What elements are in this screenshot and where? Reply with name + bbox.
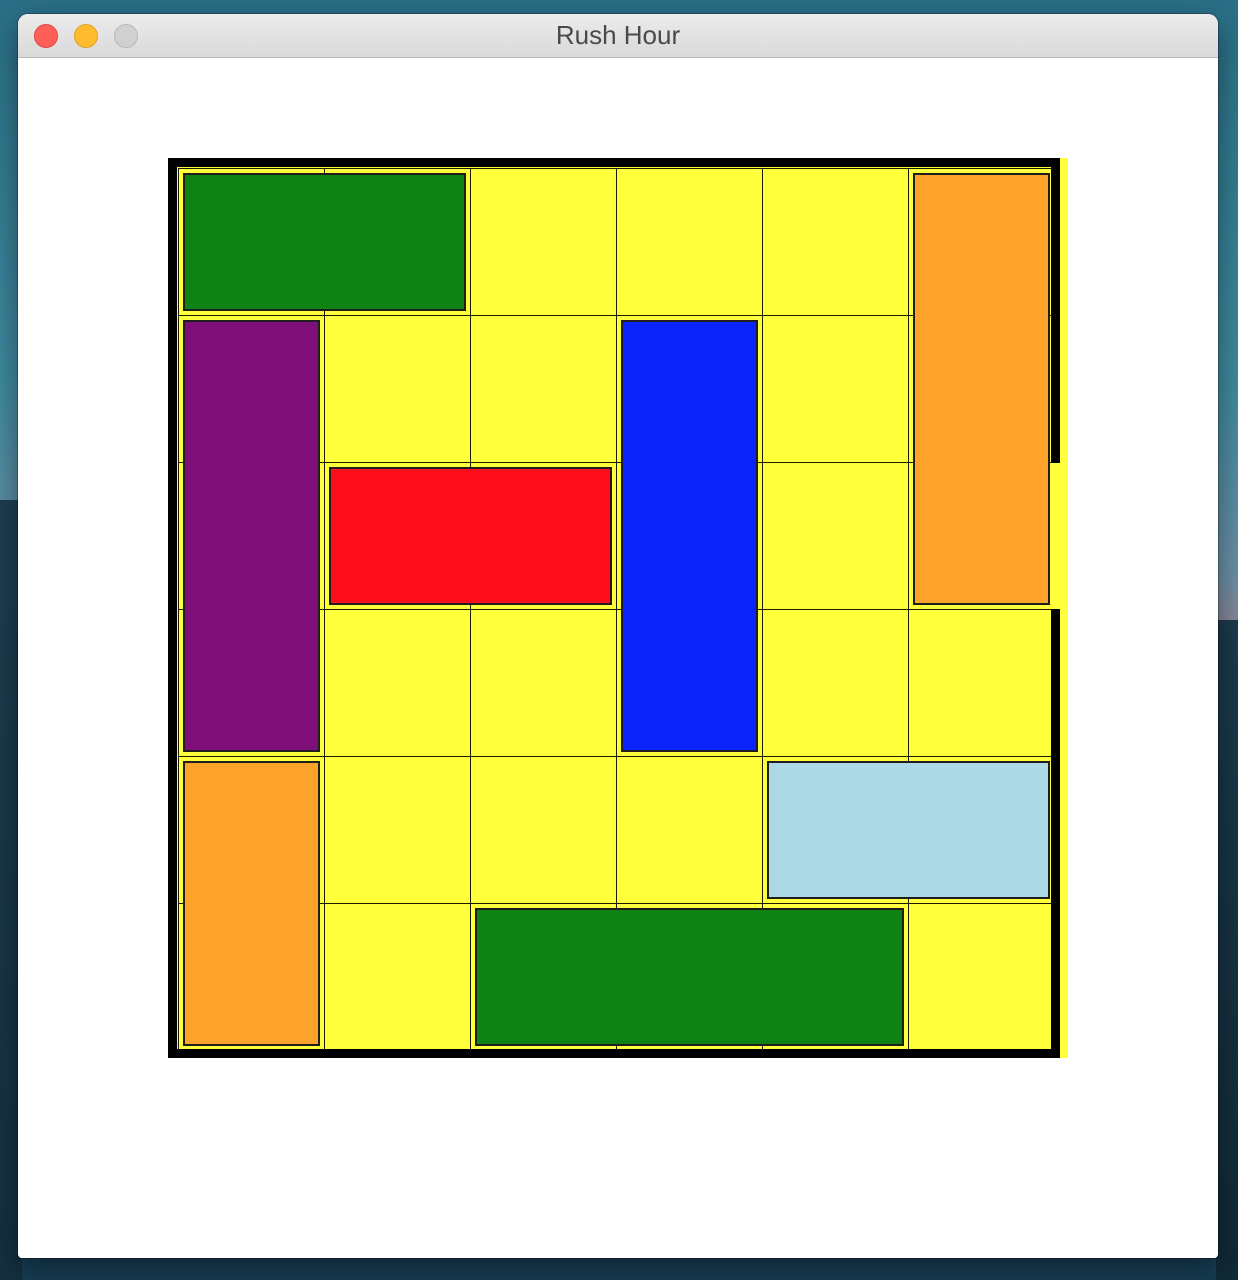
board-cell <box>470 168 617 316</box>
board-cell <box>470 315 617 463</box>
board-cell <box>470 756 617 904</box>
board-cell <box>762 315 909 463</box>
board-cell <box>324 756 471 904</box>
app-window: Rush Hour <box>18 14 1218 1258</box>
board-cell <box>616 756 763 904</box>
board-cell <box>908 903 1055 1051</box>
board-border-bottom <box>168 1049 1060 1058</box>
window-title: Rush Hour <box>555 20 681 50</box>
board-exit <box>1051 463 1068 609</box>
board-border-top <box>168 158 1060 167</box>
desktop-wallpaper-right <box>1216 620 1238 1280</box>
board-cell <box>762 462 909 610</box>
light-blue-car[interactable] <box>767 761 1050 899</box>
board-cell <box>470 609 617 757</box>
red-target-car[interactable] <box>329 467 612 605</box>
green-truck-bottom[interactable] <box>475 908 904 1046</box>
board-cell <box>908 609 1055 757</box>
board-cell <box>762 168 909 316</box>
board-cell <box>616 168 763 316</box>
board-cell <box>324 903 471 1051</box>
board-border-left <box>168 158 177 1058</box>
orange-truck-right[interactable] <box>913 173 1050 605</box>
blue-truck[interactable] <box>621 320 758 752</box>
green-car-top[interactable] <box>183 173 466 311</box>
board-cell <box>324 609 471 757</box>
board-cell <box>324 315 471 463</box>
purple-truck[interactable] <box>183 320 320 752</box>
game-canvas <box>18 58 1218 1258</box>
game-board <box>168 158 1068 1058</box>
board-cell <box>762 609 909 757</box>
title-bar[interactable]: Rush Hour <box>18 14 1218 58</box>
orange-car-bottom-left[interactable] <box>183 761 320 1046</box>
